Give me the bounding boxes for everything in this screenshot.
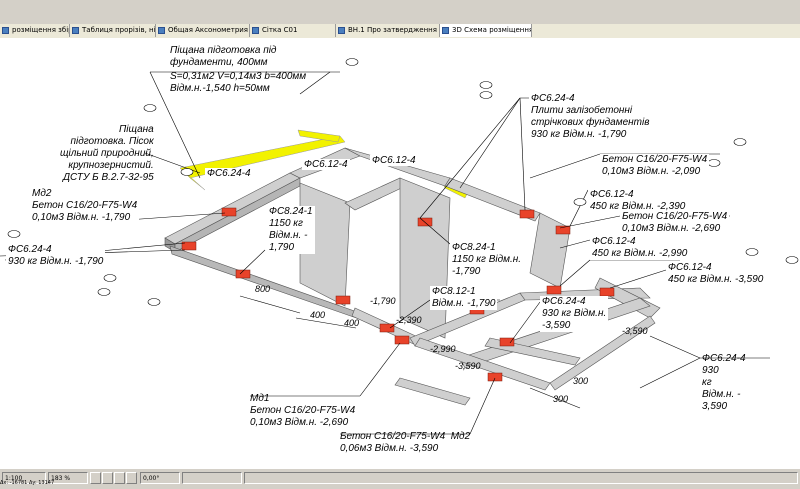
pan-button[interactable]: [126, 472, 137, 484]
sand-bed-description: Піщана підготовка. Пісок щільний природн…: [60, 124, 154, 183]
tab-document-2[interactable]: Таблиця прорізів, ніш і борозн.: [70, 24, 156, 37]
tab-document-5[interactable]: ВН.1 Про затвердження Пор...: [336, 24, 440, 37]
concrete-2690-label: Бетон С16/20-F75-W4 0,10м3 Відм.н. -2,69…: [620, 211, 730, 235]
tab-document-3[interactable]: Общая Аксонометрия: [156, 24, 250, 37]
fs612-2390-label: ФС6.12-4 450 кг Відм.н. -2,390: [588, 189, 688, 213]
document-icon: [2, 27, 9, 34]
document-icon: [338, 27, 345, 34]
sand-bed-title: Піщана підготовка під фундаменти, 400мм: [170, 45, 277, 68]
drawing-canvas[interactable]: Піщана підготовка під фундаменти, 400мм …: [0, 38, 800, 468]
tab-document-6-active[interactable]: 3D Схема розміщення збірни...: [440, 24, 532, 37]
elevation-3590-a: -3,590: [455, 361, 481, 371]
fs624-3590-label: ФС6.24-4 930 кг Відм.н. -3,590: [540, 296, 609, 332]
document-icon: [72, 27, 79, 34]
document-icon: [252, 27, 259, 34]
angle-field[interactable]: 0,00°: [140, 472, 180, 484]
fit-button[interactable]: [114, 472, 125, 484]
md2-bottom-label: Бетон С16/20-F75-W4 Мд2 0,06м3 Відм.н. -…: [340, 431, 471, 454]
document-icon: [442, 27, 449, 34]
tab-document-1[interactable]: розміщення збірних за...: [0, 24, 70, 37]
document-tabs: розміщення збірних за... Таблиця прорізі…: [0, 24, 800, 39]
dimension-300a: 300: [553, 394, 569, 404]
fs612-2990-label: ФС6.12-4 450 кг Відм.н. -2,990: [590, 236, 690, 260]
fs624-top-right-label: ФС6.24-4 Плити залізобетонні стрічкових …: [529, 93, 652, 141]
elevation-2390: -2,390: [396, 315, 422, 325]
dimension-300b: 300: [573, 376, 589, 386]
status-empty-field: [182, 472, 242, 484]
dimension-400b: 400: [344, 318, 360, 328]
elevation-2990: -2,990: [430, 344, 456, 354]
md2-top-label: Мд2 Бетон С16/20-F75-W4 0,10м3 Відм.н. -…: [30, 188, 140, 224]
fs824-1-label: ФС8.24-1 1150 кг Відм.н. - 1,790: [267, 206, 315, 254]
document-icon: [158, 27, 165, 34]
dimension-800: 800: [255, 284, 271, 294]
fs612-3590-label: ФС6.12-4 450 кг Відм.н. -3,590: [666, 262, 766, 286]
tab-document-4[interactable]: Сітка С01: [250, 24, 336, 37]
fs624-a-label: ФС6.24-4: [205, 168, 253, 179]
fs624-right-label: ФС6.24-4 930 кг Відм.н. - 3,590: [702, 353, 746, 412]
zoom-in-button[interactable]: [90, 472, 101, 484]
sand-bed-dims: S=0,31м2 V=0,14м3 b=400мм Відм.н.-1,540 …: [170, 71, 307, 94]
fs612-a-label: ФС6.12-4: [302, 159, 350, 170]
status-bar: 1:100 183 % 0,00°: [0, 468, 800, 489]
fs824-1-mid-label: ФС8.24-1 1150 кг Відм.н. -1,790: [450, 242, 524, 278]
fs612-b-label: ФС6.12-4: [370, 155, 418, 166]
zoom-out-button[interactable]: [102, 472, 113, 484]
elevation-3590-b: -3,590: [622, 326, 648, 336]
status-message-field: [244, 472, 798, 484]
fs624-left-label: ФС6.24-4 930 кг Відм.н. -1,790: [6, 244, 106, 268]
concrete-2090-label: Бетон С16/20-F75-W4 0,10м3 Відм.н. -2,09…: [600, 154, 710, 178]
fs812-1-label: ФС8.12-1 Відм.н. -1,790: [430, 286, 498, 310]
md1-label: Мд1 Бетон С16/20-F75-W4 0,10м3 Відм.н. -…: [250, 393, 356, 428]
coordinate-readout: Δx: -16781 Δy: 13147: [0, 480, 55, 486]
top-toolbar: [0, 0, 800, 25]
elevation-1790: -1,790: [370, 296, 396, 306]
dimension-400a: 400: [310, 310, 326, 320]
